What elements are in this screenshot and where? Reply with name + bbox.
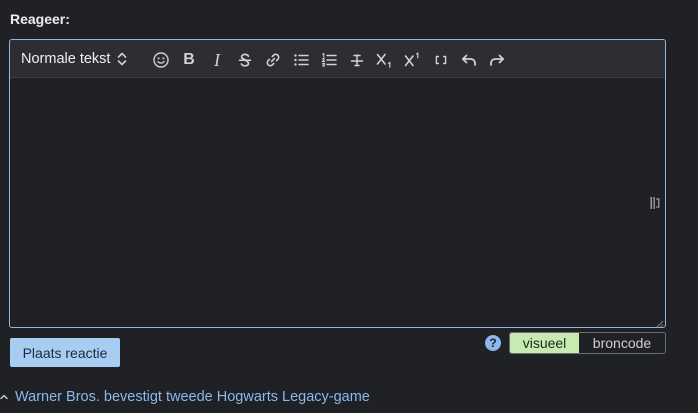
visual-mode-option[interactable]: visueel [510, 333, 579, 353]
horizontal-rule-icon[interactable] [346, 49, 368, 71]
help-icon[interactable]: ? [485, 335, 501, 351]
strikethrough-icon[interactable] [234, 49, 256, 71]
undo-icon[interactable] [458, 49, 480, 71]
bold-icon[interactable]: B [178, 49, 200, 71]
text-format-value: Normale tekst [21, 51, 111, 67]
redo-icon[interactable] [486, 49, 508, 71]
italic-icon[interactable]: I [206, 49, 228, 71]
select-chevron-icon [116, 50, 128, 68]
comment-textarea[interactable] [10, 78, 665, 327]
bold-label: B [183, 51, 195, 68]
chevron-up-icon [0, 393, 8, 401]
superscript-icon[interactable] [402, 49, 424, 71]
editor-mode-toggle: visueel broncode [509, 332, 666, 354]
italic-label: I [214, 49, 220, 70]
smiley-icon[interactable] [150, 49, 172, 71]
rich-text-editor: Normale tekst B I [9, 39, 666, 328]
link-icon[interactable] [262, 49, 284, 71]
resize-grip-icon[interactable] [654, 316, 664, 327]
editor-toolbar: Normale tekst B I [10, 40, 665, 78]
editor-side-handle-icon[interactable] [650, 196, 660, 210]
subscript-icon[interactable] [374, 49, 396, 71]
related-article-link[interactable]: Warner Bros. bevestigt tweede Hogwarts L… [15, 389, 370, 405]
comment-heading: Reageer: [10, 11, 70, 27]
submit-comment-button[interactable]: Plaats reactie [10, 338, 120, 367]
text-format-select[interactable]: Normale tekst [21, 49, 128, 69]
code-icon[interactable] [430, 49, 452, 71]
source-mode-option[interactable]: broncode [579, 333, 665, 353]
numbered-list-icon[interactable] [318, 49, 340, 71]
comment-section: Reageer: Normale tekst B I Plaats reacti… [0, 0, 698, 413]
bullet-list-icon[interactable] [290, 49, 312, 71]
related-article: Warner Bros. bevestigt tweede Hogwarts L… [0, 387, 370, 407]
